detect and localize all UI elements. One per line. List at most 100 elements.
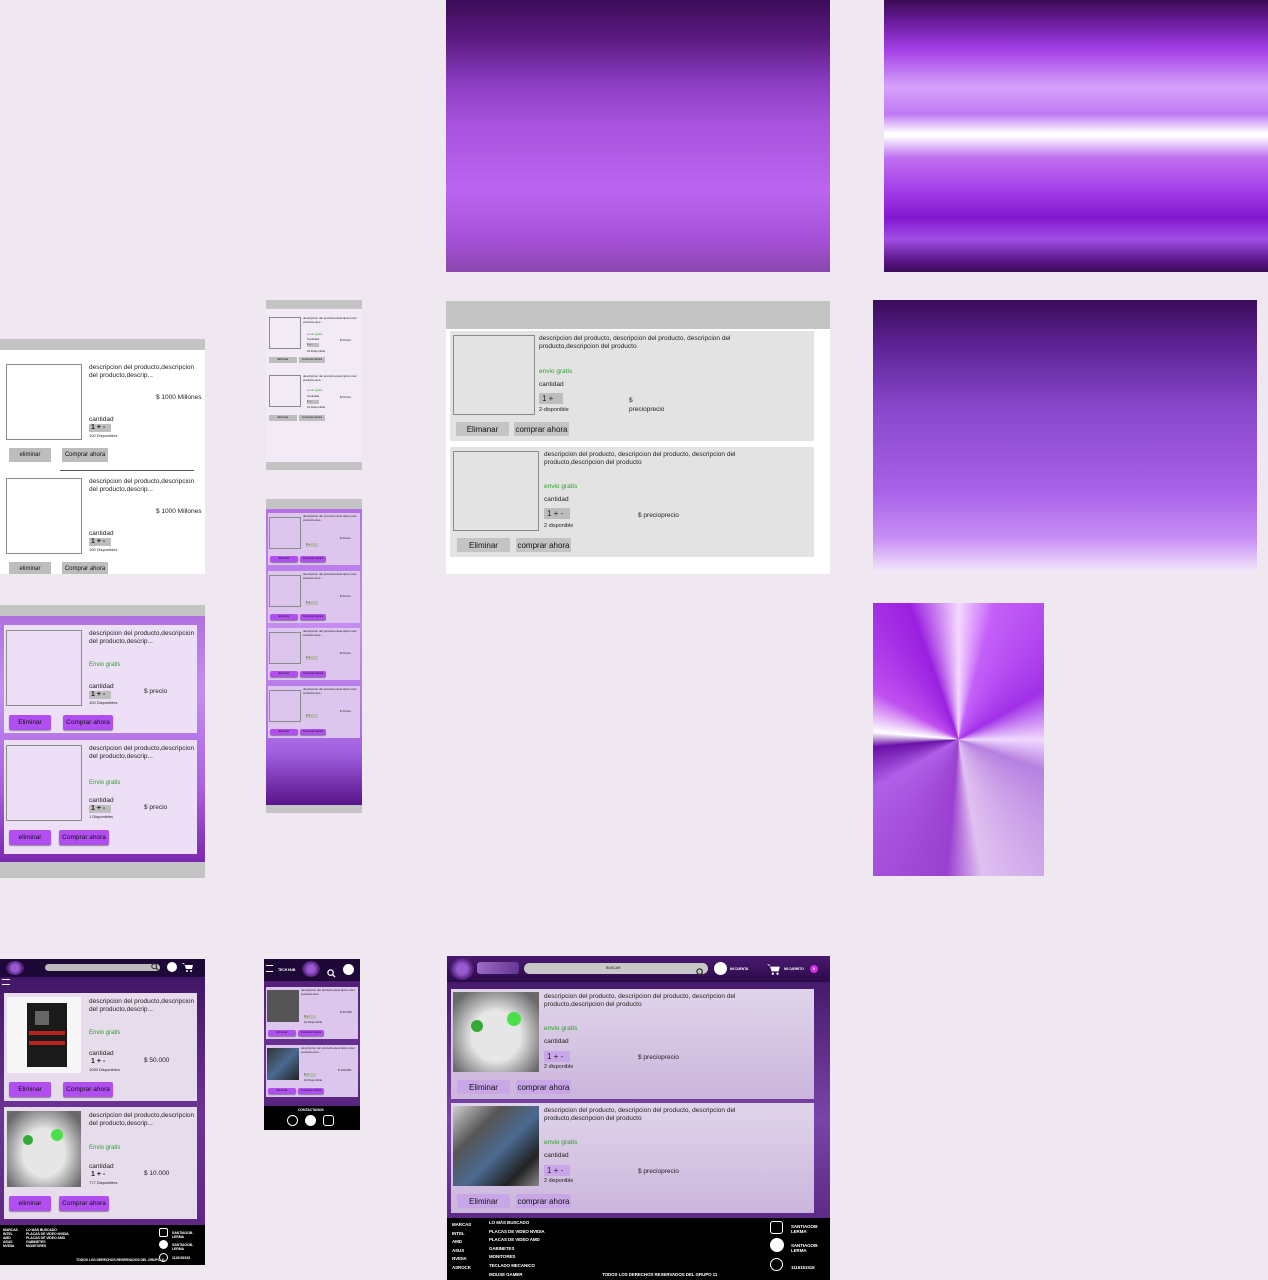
my-account-link[interactable]: MI CUENTA [730, 967, 748, 971]
instagram-icon[interactable] [770, 1221, 783, 1234]
instagram-handle[interactable]: SANTIAGOB-LERMA [791, 1224, 830, 1234]
cart-icon[interactable] [182, 962, 194, 972]
product-description: descripcion del producto,descripcion del… [303, 572, 357, 580]
delete-button[interactable]: Eliminar [268, 1030, 296, 1036]
product-price: $ Precio [340, 651, 352, 655]
search-icon[interactable] [327, 965, 336, 978]
product-description: descripcion del producto,descripcion del… [301, 988, 355, 996]
instagram-icon[interactable] [159, 1228, 168, 1237]
buy-now-button[interactable]: Comprar ahora [59, 830, 109, 845]
product-card: descripcion del producto, descripcion de… [451, 989, 814, 1099]
buy-now-button[interactable]: Comprar ahora [299, 415, 325, 421]
delete-button[interactable]: Eliminar [9, 1082, 51, 1097]
account-icon[interactable] [167, 962, 177, 972]
facebook-icon[interactable] [159, 1240, 168, 1249]
whatsapp-icon[interactable] [770, 1258, 783, 1271]
quantity-stepper[interactable]: 1 + - [89, 1058, 111, 1066]
account-icon[interactable] [714, 962, 727, 975]
delete-button[interactable]: eliminar [9, 562, 51, 574]
search-input[interactable] [45, 964, 160, 971]
product-description: descripcion del producto,descripcion del… [303, 374, 357, 382]
mockup-mobile-wide: descripcion del producto,descripcion del… [0, 959, 205, 1265]
buy-now-button[interactable]: Comprar ahora [59, 1196, 109, 1211]
buy-now-button[interactable]: Comprar ahora [62, 562, 108, 574]
buy-now-button[interactable]: Comprar ahora [298, 1030, 324, 1036]
product-image-placeholder [269, 375, 301, 407]
buy-now-button[interactable]: Comprar ahora [300, 614, 326, 620]
search-input[interactable]: BUSCAR [524, 963, 708, 977]
free-shipping-label: envio gratis [544, 1139, 578, 1146]
quantity-stepper[interactable]: 1 + - [544, 508, 570, 519]
delete-button[interactable]: Eliminar [457, 1194, 510, 1208]
search-icon[interactable] [151, 963, 159, 971]
quantity-stepper[interactable]: 1 + · [304, 1014, 316, 1019]
product-price: $ 1000 Millones [156, 508, 202, 515]
delete-button[interactable]: Eliminar [9, 715, 51, 730]
buy-now-button[interactable]: Comprar ahora [300, 556, 326, 562]
delete-button[interactable]: Eliminar [270, 556, 298, 562]
quantity-label: Cantidad [307, 394, 320, 398]
quantity-stepper[interactable]: 1 + [539, 393, 563, 404]
buy-now-button[interactable]: comprar ahora [516, 1194, 571, 1208]
buy-now-button[interactable]: Comprar ahora [300, 729, 326, 735]
quantity-stepper[interactable]: 1 + - [89, 691, 111, 699]
quantity-stepper[interactable]: 1 + - [89, 538, 111, 546]
delete-button[interactable]: Eliminar [269, 357, 297, 363]
buy-now-button[interactable]: Comprar ahora [63, 715, 113, 730]
menu-icon[interactable] [2, 979, 10, 985]
desktop-wireframe-header [446, 301, 830, 329]
delete-button[interactable]: eliminar [9, 448, 51, 462]
buy-now-button[interactable]: comprar ahora [516, 1080, 571, 1094]
delete-button[interactable]: Eliminar [457, 1080, 510, 1094]
quantity-stepper[interactable]: 1 + · [304, 1072, 316, 1077]
quantity-stepper[interactable]: 1 + - [89, 424, 111, 432]
product-description: descripcion del producto,descripcion del… [303, 316, 357, 324]
product-card: descripcion del producto,descripcion del… [4, 740, 197, 854]
delete-button[interactable]: Eliminar [270, 671, 298, 677]
whatsapp-icon[interactable] [287, 1115, 298, 1126]
quantity-stepper[interactable]: 1 + · [306, 542, 318, 547]
cart-icon[interactable] [767, 962, 781, 975]
mobile-wireframe-purple: descripcion del producto,descripcion del… [266, 509, 362, 805]
quantity-stepper[interactable]: 1 + - [89, 1171, 111, 1179]
delete-button[interactable]: Eliminar [457, 538, 510, 552]
quantity-stepper[interactable]: 1 + · [306, 713, 318, 718]
buy-now-button[interactable]: comprar ahora [514, 422, 569, 436]
buy-now-button[interactable]: Comprar ahora [63, 1082, 113, 1097]
quantity-stepper[interactable]: 1 + · [307, 399, 319, 404]
quantity-stepper[interactable]: 1 + - [544, 1165, 570, 1176]
delete-button[interactable]: eliminar [9, 830, 51, 845]
buy-now-button[interactable]: Comprar ahora [298, 1088, 324, 1094]
product-image-pc [453, 1106, 539, 1186]
stock-available: 100 Disponibles [89, 700, 118, 705]
quantity-stepper[interactable]: 1 + · [306, 655, 318, 660]
product-price: $ 10.000 [144, 1170, 170, 1177]
buy-now-button[interactable]: comprar ahora [516, 538, 571, 552]
buy-now-button[interactable]: Comprar ahora [300, 671, 326, 677]
delete-button[interactable]: Elimanar [456, 422, 509, 436]
product-image-placeholder [6, 478, 82, 554]
delete-button[interactable]: eliminar [9, 1196, 51, 1211]
facebook-handle[interactable]: SANTIAGOB-LERMA [172, 1243, 205, 1251]
delete-button[interactable]: Eliminar [269, 415, 297, 421]
quantity-stepper[interactable]: 1 + · [306, 600, 318, 605]
facebook-icon[interactable] [770, 1238, 784, 1252]
facebook-handle[interactable]: SANTIAGOB-LERMA [791, 1243, 830, 1253]
account-icon[interactable] [343, 964, 354, 975]
stock-available: 10 Disponible [307, 349, 326, 353]
quantity-stepper[interactable]: 1 + - [89, 805, 111, 813]
quantity-label: cantidad [89, 416, 114, 423]
my-cart-link[interactable]: MI CARRITO [784, 967, 804, 971]
delete-button[interactable]: Eliminar [270, 614, 298, 620]
search-icon[interactable] [696, 964, 705, 977]
menu-icon[interactable] [266, 965, 273, 972]
instagram-icon[interactable] [323, 1115, 334, 1126]
delete-button[interactable]: Eliminar [268, 1088, 296, 1094]
delete-button[interactable]: Eliminar [270, 729, 298, 735]
buy-now-button[interactable]: Comprar ahora [62, 448, 108, 462]
instagram-handle[interactable]: SANTIAGOB-LERMA [172, 1231, 205, 1239]
buy-now-button[interactable]: Comprar ahora [299, 357, 325, 363]
quantity-stepper[interactable]: 1 + - [544, 1051, 570, 1062]
quantity-stepper[interactable]: 1 + · [307, 342, 319, 347]
facebook-icon[interactable] [305, 1115, 316, 1126]
